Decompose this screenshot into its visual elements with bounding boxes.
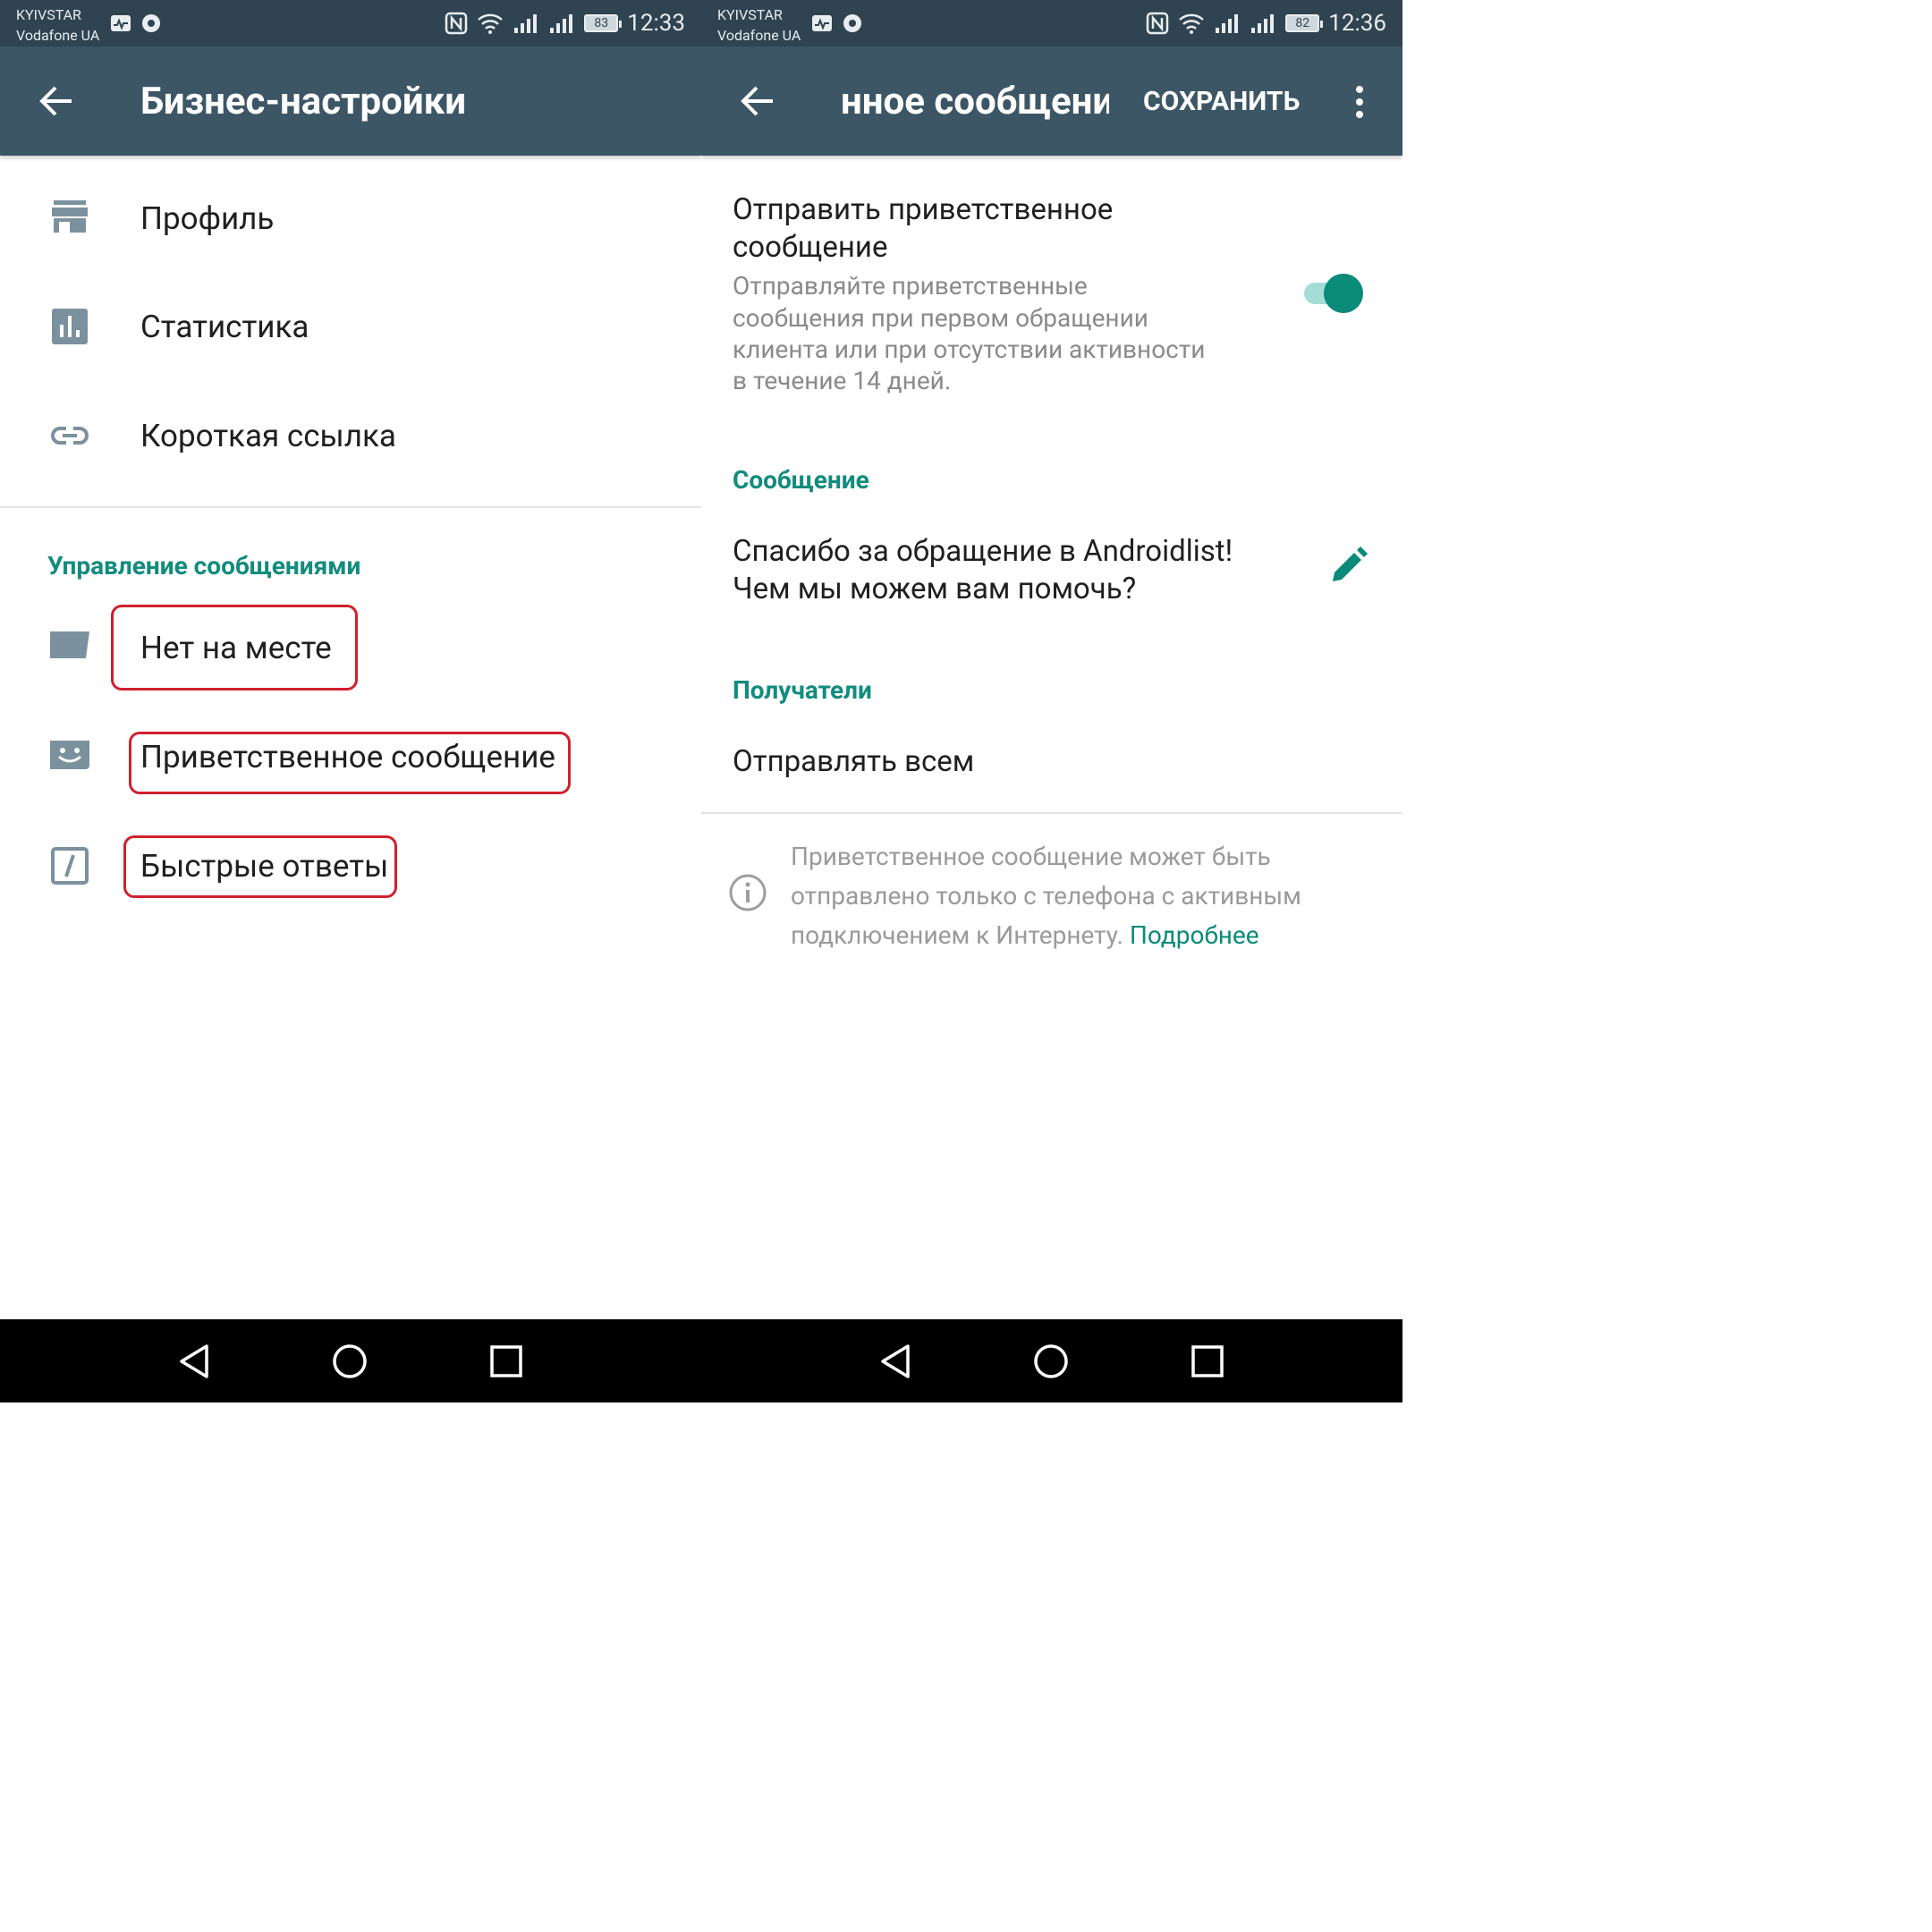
toggle-desc-line2: сообщения при первом обращении — [733, 303, 1148, 333]
signal-icon-2 — [1251, 14, 1275, 33]
store-icon — [52, 200, 88, 233]
recipients-value: Отправлять всем — [733, 744, 975, 779]
divider — [0, 506, 701, 508]
message-row[interactable]: Спасибо за обращение в Androidlist! Чем … — [701, 528, 1402, 617]
divider — [701, 812, 1402, 814]
edit-pencil-icon[interactable] — [1327, 546, 1368, 587]
bar-chart-icon — [52, 309, 88, 344]
notification-icons — [111, 14, 160, 32]
info-line1: Приветственное сообщение может быть — [791, 842, 1271, 871]
quick-reply-icon — [51, 847, 89, 885]
carrier-info: KYIVSTAR Vodafone UA — [16, 4, 99, 46]
clock: 12:33 — [627, 10, 685, 37]
settings-item-label: Короткая ссылка — [140, 418, 396, 454]
toggle-title-line1: Отправить приветственное — [733, 192, 1114, 227]
nav-recents-icon[interactable] — [1185, 1339, 1230, 1384]
signal-icon-1 — [514, 14, 538, 33]
info-icon — [729, 874, 767, 911]
back-arrow-icon[interactable] — [737, 80, 778, 122]
toggle-desc-line4: в течение 14 дней. — [733, 366, 952, 395]
signal-icon-1 — [1216, 14, 1239, 33]
message-line2: Чем мы можем вам помочь? — [733, 572, 1137, 606]
settings-item-profile[interactable]: Профиль — [0, 188, 701, 250]
section-title-message: Сообщение — [733, 465, 869, 495]
section-title-messaging: Управление сообщениями — [47, 551, 361, 580]
nav-home-icon[interactable] — [327, 1339, 372, 1384]
info-line3: подключением к Интернету. — [791, 920, 1123, 950]
page-title: нное сообщени — [841, 80, 1109, 123]
carrier-2: Vodafone UA — [16, 27, 100, 44]
nav-back-icon[interactable] — [173, 1339, 217, 1384]
clock: 12:36 — [1328, 10, 1386, 37]
status-right: 82 12:36 — [1146, 9, 1386, 38]
nav-back-icon[interactable] — [874, 1339, 919, 1384]
wifi-icon — [478, 13, 504, 34]
section-title-recipients: Получатели — [733, 675, 872, 705]
page-title-clip: нное сообщени — [841, 77, 1109, 131]
toggle-desc-line1: Отправляйте приветственные — [733, 271, 1088, 301]
business-settings-screen: KYIVSTAR Vodafone UA 83 12:33 Бизнес-нас… — [0, 0, 701, 1402]
status-right: 83 12:33 — [445, 9, 685, 38]
toggle-switch[interactable] — [1301, 270, 1368, 315]
status-bar: KYIVSTAR Vodafone UA 82 12:36 — [701, 0, 1402, 47]
signal-icon-2 — [550, 14, 573, 33]
nfc-icon — [1147, 12, 1169, 35]
settings-item-statistics[interactable]: Статистика — [0, 296, 701, 359]
highlight-box — [111, 605, 358, 691]
highlight-box — [123, 835, 397, 898]
more-vert-icon[interactable] — [1351, 84, 1368, 120]
greeting-smile-icon — [50, 741, 89, 769]
status-bar: KYIVSTAR Vodafone UA 83 12:33 — [0, 0, 701, 47]
carrier-info: KYIVSTAR Vodafone UA — [717, 4, 801, 46]
nav-home-icon[interactable] — [1029, 1339, 1073, 1384]
page-title: Бизнес-настройки — [140, 80, 467, 123]
save-button[interactable]: СОХРАНИТЬ — [1143, 86, 1300, 117]
learn-more-link[interactable]: Подробнее — [1130, 920, 1259, 950]
highlight-box — [129, 732, 571, 794]
link-icon — [51, 427, 89, 445]
info-line2: отправлено только с телефона с активным — [791, 881, 1301, 911]
send-greeting-toggle-row[interactable]: Отправить приветственное сообщение Отпра… — [701, 179, 1402, 411]
toggle-title-line2: сообщение — [733, 230, 888, 265]
nav-recents-icon[interactable] — [484, 1339, 529, 1384]
app-bar: нное сообщени СОХРАНИТЬ — [701, 47, 1402, 156]
carrier-1: KYIVSTAR — [717, 6, 783, 23]
settings-item-short-link[interactable]: Короткая ссылка — [0, 405, 701, 468]
toggle-desc-line3: клиента или при отсутствии активности — [733, 335, 1206, 364]
battery-indicator: 83 — [584, 14, 623, 32]
away-icon — [50, 631, 89, 658]
settings-item-label: Профиль — [140, 200, 275, 237]
back-arrow-icon[interactable] — [36, 80, 77, 122]
system-navigation-bar — [0, 1319, 1402, 1402]
carrier-1: KYIVSTAR — [16, 6, 81, 23]
nfc-icon — [445, 12, 468, 35]
notification-icons — [812, 14, 861, 32]
app-bar: Бизнес-настройки — [0, 47, 701, 156]
battery-indicator: 82 — [1285, 14, 1324, 32]
message-line1: Спасибо за обращение в Androidlist! — [733, 534, 1233, 569]
recipients-row[interactable]: Отправлять всем — [701, 738, 1402, 792]
wifi-icon — [1179, 13, 1205, 34]
carrier-2: Vodafone UA — [717, 27, 801, 44]
greeting-message-screen: KYIVSTAR Vodafone UA 82 12:36 нное сообщ… — [701, 0, 1402, 1402]
info-line3-wrap: подключением к Интернету. Подробнее — [791, 918, 1259, 953]
settings-item-label: Статистика — [140, 309, 309, 345]
